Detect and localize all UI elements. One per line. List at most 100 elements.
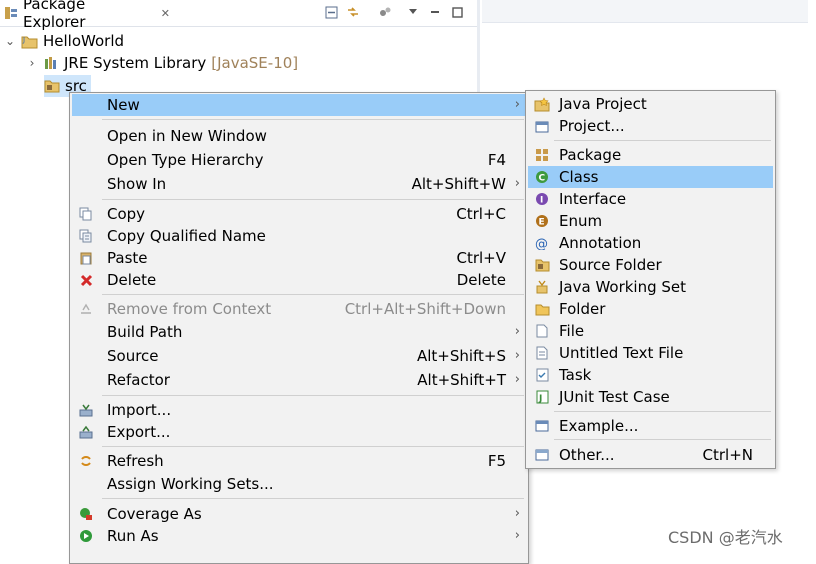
submenu-item-other[interactable]: Other... Ctrl+N bbox=[528, 444, 773, 466]
menu-item-refactor[interactable]: Refactor Alt+Shift+T › bbox=[72, 369, 526, 391]
submenu-item-untitled-text-file[interactable]: Untitled Text File bbox=[528, 342, 773, 364]
tree-item-jre[interactable]: › JRE System Library [JavaSE-10] bbox=[26, 52, 299, 74]
submenu-item-file[interactable]: File bbox=[528, 320, 773, 342]
menu-item-label: Java Working Set bbox=[559, 278, 687, 296]
project-icon bbox=[534, 118, 550, 134]
menu-separator bbox=[102, 119, 524, 120]
maximize-icon[interactable] bbox=[449, 4, 465, 20]
menu-item-show-in[interactable]: Show In Alt+Shift+W › bbox=[72, 173, 526, 195]
svg-text:@: @ bbox=[535, 237, 548, 250]
menu-item-label: JUnit Test Case bbox=[559, 388, 670, 406]
menu-item-label: Remove from Context bbox=[107, 300, 272, 318]
menu-item-label: Source Folder bbox=[559, 256, 662, 274]
menu-item-label: Class bbox=[559, 168, 599, 186]
view-menu-icon[interactable] bbox=[405, 4, 421, 20]
menu-item-label: Import... bbox=[107, 401, 172, 419]
jre-version-decoration: [JavaSE-10] bbox=[211, 54, 299, 72]
menu-item-shortcut: Ctrl+Alt+Shift+Down bbox=[344, 300, 506, 318]
menu-item-export[interactable]: Export... bbox=[72, 421, 526, 443]
submenu-item-folder[interactable]: Folder bbox=[528, 298, 773, 320]
svg-text:I: I bbox=[540, 196, 543, 206]
menu-item-shortcut: Delete bbox=[456, 271, 506, 289]
chevron-down-icon[interactable]: ⌄ bbox=[4, 34, 16, 48]
menu-item-paste[interactable]: Paste Ctrl+V bbox=[72, 247, 526, 269]
submenu-item-interface[interactable]: I Interface bbox=[528, 188, 773, 210]
project-name: HelloWorld bbox=[43, 32, 125, 50]
submenu-item-junit-test-case[interactable]: J JUnit Test Case bbox=[528, 386, 773, 408]
interface-icon: I bbox=[534, 191, 550, 207]
java-project-icon bbox=[534, 96, 550, 112]
svg-text:J: J bbox=[22, 36, 25, 44]
tab-package-explorer[interactable]: Package Explorer ✕ bbox=[0, 0, 170, 31]
menu-item-label: Example... bbox=[559, 417, 639, 435]
menu-item-label: Copy bbox=[107, 205, 146, 223]
java-project-icon: J bbox=[21, 34, 38, 49]
collapse-all-icon[interactable] bbox=[323, 4, 339, 20]
menu-item-import[interactable]: Import... bbox=[72, 399, 526, 421]
other-icon bbox=[534, 447, 550, 463]
minimize-icon[interactable] bbox=[427, 4, 443, 20]
chevron-right-icon: › bbox=[514, 372, 520, 387]
menu-item-refresh[interactable]: Refresh F5 bbox=[72, 450, 526, 472]
tree-item-project[interactable]: ⌄ J HelloWorld bbox=[4, 30, 124, 52]
file-icon bbox=[534, 323, 550, 339]
submenu-item-package[interactable]: Package bbox=[528, 144, 773, 166]
source-folder-icon bbox=[44, 79, 60, 93]
menu-item-shortcut: F5 bbox=[487, 452, 506, 470]
svg-text:J: J bbox=[538, 394, 542, 404]
menu-item-delete[interactable]: Delete Delete bbox=[72, 269, 526, 291]
menu-item-label: Project... bbox=[559, 117, 625, 135]
submenu-item-annotation[interactable]: @ Annotation bbox=[528, 232, 773, 254]
focus-icon[interactable] bbox=[377, 4, 393, 20]
menu-item-label: Run As bbox=[107, 527, 159, 545]
submenu-item-example[interactable]: Example... bbox=[528, 415, 773, 437]
menu-item-open-type-hierarchy[interactable]: Open Type Hierarchy F4 bbox=[72, 149, 526, 171]
menu-item-label: Export... bbox=[107, 423, 171, 441]
menu-item-new[interactable]: New › bbox=[72, 94, 526, 116]
remove-context-icon bbox=[78, 301, 94, 317]
annotation-icon: @ bbox=[534, 235, 550, 251]
menu-item-label: Source bbox=[107, 347, 159, 365]
chevron-right-icon[interactable]: › bbox=[26, 56, 38, 70]
submenu-item-source-folder[interactable]: Source Folder bbox=[528, 254, 773, 276]
menu-item-copy-qualified-name[interactable]: Copy Qualified Name bbox=[72, 225, 526, 247]
import-icon bbox=[78, 402, 94, 418]
menu-item-label: Untitled Text File bbox=[559, 344, 684, 362]
delete-icon bbox=[78, 272, 94, 288]
working-set-icon bbox=[534, 279, 550, 295]
junit-icon: J bbox=[534, 389, 550, 405]
coverage-icon bbox=[78, 506, 94, 522]
menu-item-assign-working-sets[interactable]: Assign Working Sets... bbox=[72, 473, 526, 495]
menu-item-label: Annotation bbox=[559, 234, 642, 252]
menu-item-label: Other... bbox=[559, 446, 615, 464]
menu-item-label: Task bbox=[559, 366, 592, 384]
menu-item-build-path[interactable]: Build Path › bbox=[72, 321, 526, 343]
submenu-item-project[interactable]: Project... bbox=[528, 115, 773, 137]
menu-item-label: Package bbox=[559, 146, 622, 164]
menu-item-coverage-as[interactable]: Coverage As › bbox=[72, 503, 526, 525]
menu-item-open-in-new-window[interactable]: Open in New Window bbox=[72, 125, 526, 147]
run-icon bbox=[78, 528, 94, 544]
chevron-right-icon: › bbox=[514, 97, 520, 112]
submenu-item-class[interactable]: C Class bbox=[528, 166, 773, 188]
menu-item-label: Folder bbox=[559, 300, 606, 318]
menu-item-label: Interface bbox=[559, 190, 627, 208]
watermark: CSDN @老汽水 bbox=[668, 528, 783, 547]
package-icon bbox=[534, 147, 550, 163]
menu-item-remove-from-context[interactable]: Remove from Context Ctrl+Alt+Shift+Down bbox=[72, 298, 526, 320]
library-icon bbox=[43, 56, 59, 71]
menu-item-run-as[interactable]: Run As › bbox=[72, 525, 526, 547]
close-icon[interactable]: ✕ bbox=[161, 7, 170, 20]
submenu-item-java-project[interactable]: Java Project bbox=[528, 93, 773, 115]
menu-item-source[interactable]: Source Alt+Shift+S › bbox=[72, 345, 526, 367]
link-with-editor-icon[interactable] bbox=[345, 4, 361, 20]
menu-separator bbox=[554, 140, 771, 141]
menu-item-copy[interactable]: Copy Ctrl+C bbox=[72, 203, 526, 225]
submenu-item-java-working-set[interactable]: Java Working Set bbox=[528, 276, 773, 298]
menu-item-label: New bbox=[107, 96, 140, 114]
submenu-item-task[interactable]: Task bbox=[528, 364, 773, 386]
copy-icon bbox=[78, 206, 94, 222]
task-icon bbox=[534, 367, 550, 383]
menu-item-label: Assign Working Sets... bbox=[107, 475, 274, 493]
submenu-item-enum[interactable]: E Enum bbox=[528, 210, 773, 232]
